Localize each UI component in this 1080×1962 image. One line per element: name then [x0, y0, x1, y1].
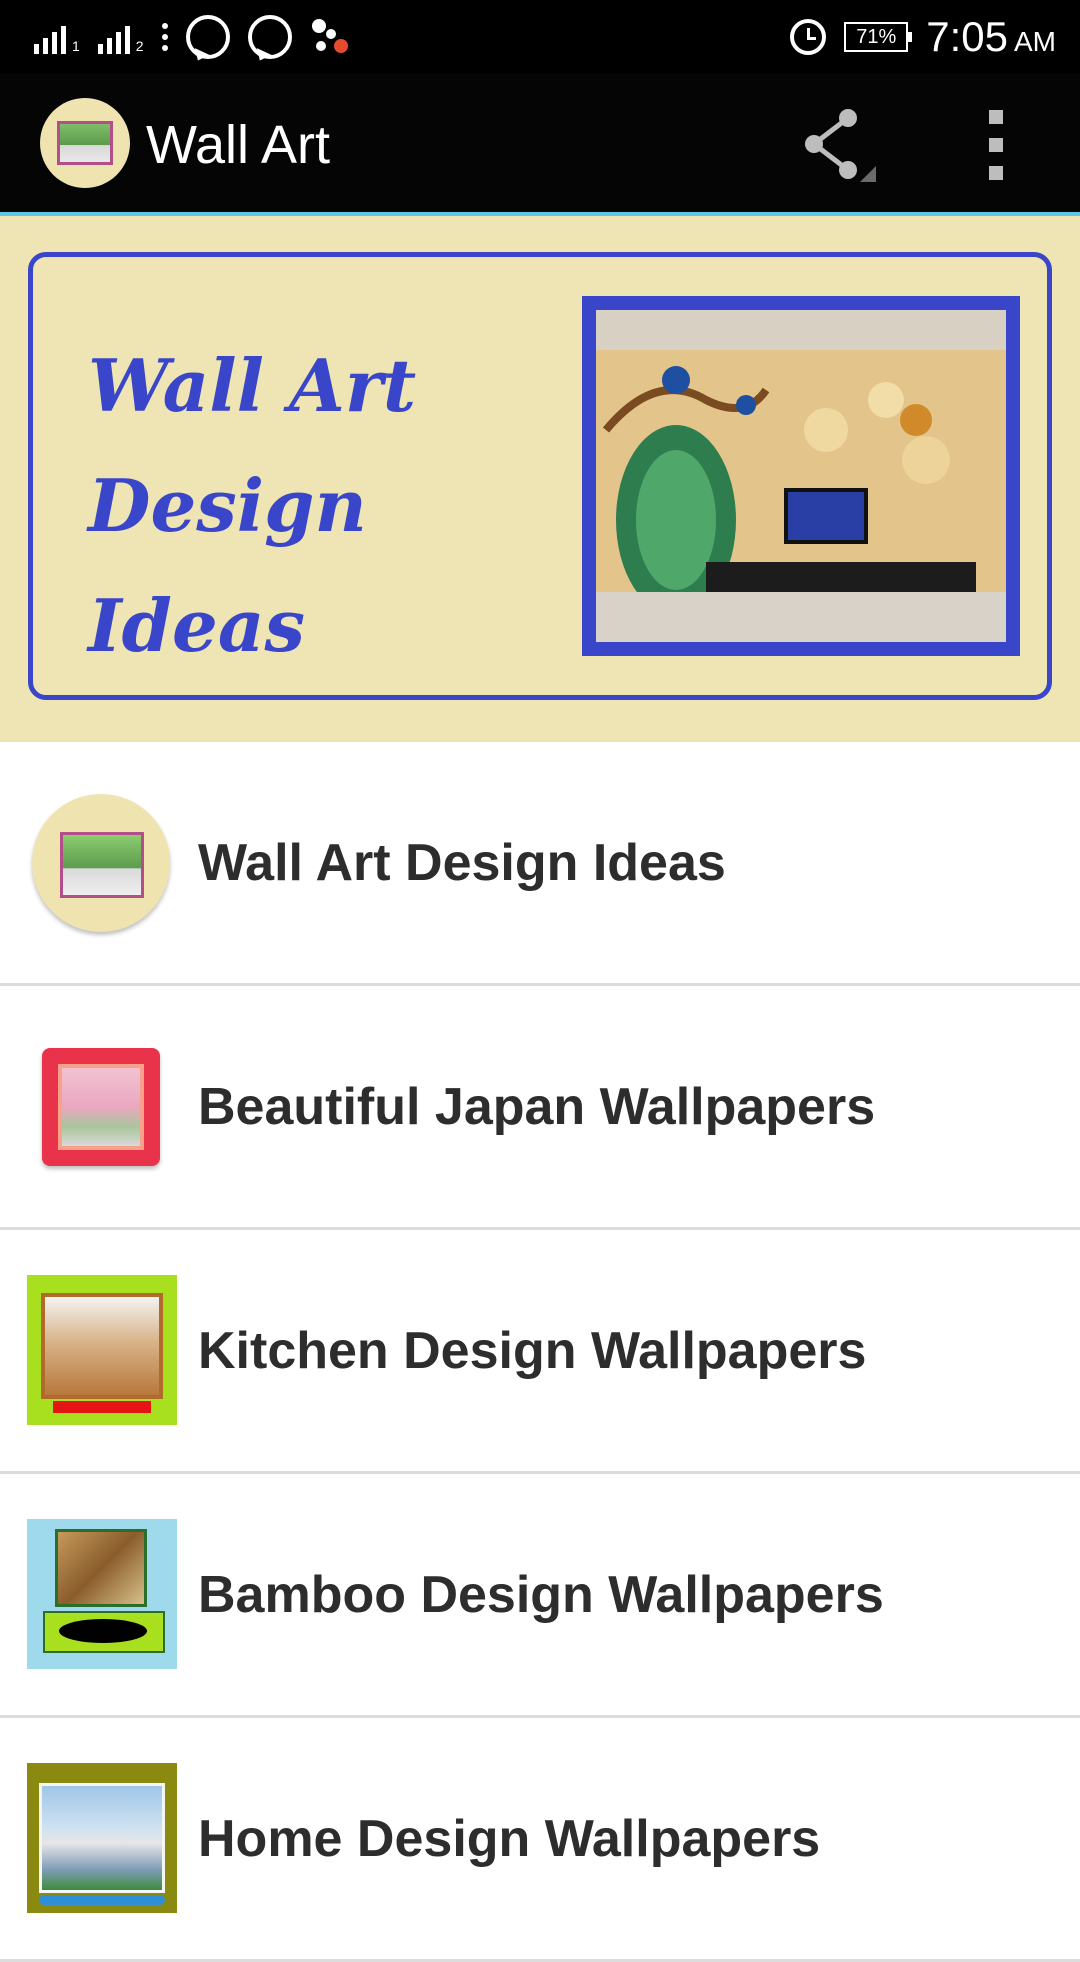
category-list: Wall Art Design Ideas Beautiful Japan Wa…	[0, 742, 1080, 1962]
overflow-menu-icon	[989, 110, 1003, 124]
list-item-beautiful-japan-wallpapers[interactable]: Beautiful Japan Wallpapers	[0, 986, 1080, 1230]
notification-cluster-icon	[310, 15, 354, 59]
alarm-icon	[790, 19, 827, 55]
status-bar: 1 2 71% 7:05 AM	[0, 0, 1080, 74]
more-notifications-icon	[161, 23, 168, 51]
peacock-wall-art-image	[596, 310, 1006, 642]
list-item-label: Beautiful Japan Wallpapers	[198, 1077, 876, 1136]
share-icon	[805, 109, 876, 182]
wall-art-thumbnail-icon	[32, 794, 170, 932]
clock-ampm: AM	[1014, 26, 1056, 57]
banner-title: Wall Art Design Ideas	[88, 326, 568, 686]
status-bar-left: 1 2	[34, 12, 354, 62]
list-item-label: Wall Art Design Ideas	[198, 833, 726, 892]
app-title: Wall Art	[146, 115, 331, 175]
list-item-wall-art-design-ideas[interactable]: Wall Art Design Ideas	[0, 742, 1080, 986]
list-item-label: Bamboo Design Wallpapers	[198, 1565, 884, 1624]
japan-thumbnail-icon	[42, 1048, 160, 1166]
header-banner: Wall Art Design Ideas	[0, 216, 1080, 742]
clock: 7:05 AM	[926, 13, 1056, 61]
list-item-bamboo-design-wallpapers[interactable]: Bamboo Design Wallpapers	[0, 1474, 1080, 1718]
list-item-kitchen-design-wallpapers[interactable]: Kitchen Design Wallpapers	[0, 1230, 1080, 1474]
overflow-menu-button[interactable]	[984, 110, 1008, 180]
home-thumbnail-icon	[27, 1763, 177, 1913]
whatsapp-icon	[247, 15, 292, 59]
banner-photo	[582, 296, 1020, 656]
signal-sim1-icon: 1	[34, 20, 80, 54]
sim2-label: 2	[135, 38, 144, 54]
sim1-label: 1	[72, 38, 80, 54]
app-logo-icon[interactable]	[40, 98, 130, 188]
list-item-label: Home Design Wallpapers	[198, 1809, 821, 1868]
battery-percent: 71%	[856, 25, 897, 48]
share-button[interactable]	[790, 104, 880, 184]
bamboo-thumbnail-icon	[27, 1519, 177, 1669]
status-bar-right: 71% 7:05 AM	[790, 8, 1056, 66]
banner-title-line2: Design Ideas	[88, 463, 367, 668]
kitchen-thumbnail-icon	[27, 1275, 177, 1425]
battery-icon: 71%	[844, 22, 913, 52]
app-bar: Wall Art	[0, 74, 1080, 216]
signal-sim2-icon: 2	[97, 20, 144, 54]
clock-time: 7:05	[926, 13, 1008, 60]
list-item-home-design-wallpapers[interactable]: Home Design Wallpapers	[0, 1718, 1080, 1962]
messenger-icon	[185, 15, 230, 59]
list-item-label: Kitchen Design Wallpapers	[198, 1321, 867, 1380]
banner-title-line1: Wall Art	[88, 343, 417, 428]
